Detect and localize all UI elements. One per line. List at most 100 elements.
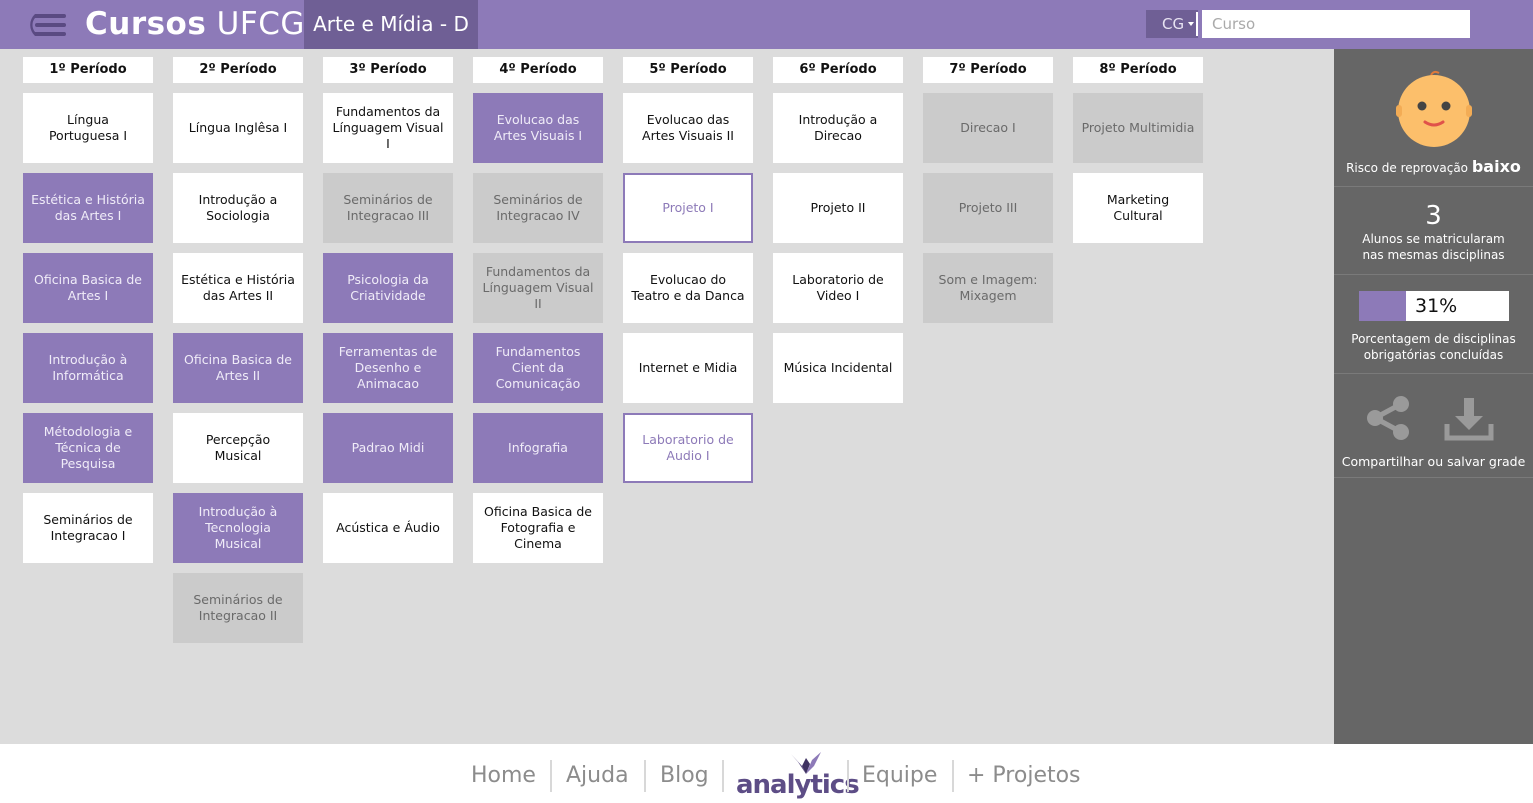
course-card[interactable]: Ferramentas de Desenho e Animacao bbox=[323, 333, 453, 403]
course-search-input[interactable] bbox=[1202, 10, 1470, 38]
course-name: Projeto III bbox=[958, 200, 1018, 215]
course-card[interactable]: Projeto Multimidia bbox=[1073, 93, 1203, 163]
course-card[interactable]: Seminários de Integracao IV bbox=[473, 173, 603, 243]
brand-light: UFCG bbox=[216, 6, 305, 42]
course-name: Laboratorio de Video I bbox=[792, 272, 884, 303]
course-card[interactable]: Projeto I bbox=[623, 173, 753, 243]
course-name: Psicologia da Criatividade bbox=[347, 272, 429, 303]
course-name: Oficina Basica de Artes II bbox=[184, 352, 292, 383]
course-card[interactable]: Música Incidental bbox=[773, 333, 903, 403]
share-section: Compartilhar ou salvar grade bbox=[1334, 374, 1533, 478]
course-name: Língua Inglêsa I bbox=[188, 120, 288, 135]
course-card[interactable]: Oficina Basica de Fotografia e Cinema bbox=[473, 493, 603, 563]
period-column-6: 6º Período Introdução a Direcao Projeto … bbox=[773, 57, 903, 403]
course-card[interactable]: Introdução à Tecnologia Musical bbox=[173, 493, 303, 563]
course-name: Percepção Musical bbox=[205, 432, 271, 463]
course-card[interactable]: Laboratorio de Audio I bbox=[623, 413, 753, 483]
progress-section: 31% Porcentagem de disciplinas obrigatór… bbox=[1334, 275, 1533, 374]
course-name: Oficina Basica de Fotografia e Cinema bbox=[484, 504, 592, 551]
course-card[interactable]: Infografia bbox=[473, 413, 603, 483]
course-card[interactable]: Fundamentos da Línguagem Visual I bbox=[323, 93, 453, 163]
course-card[interactable]: Oficina Basica de Artes II bbox=[173, 333, 303, 403]
course-name: Introdução à Tecnologia Musical bbox=[198, 504, 278, 551]
students-label: Alunos se matricularam nas mesmas discip… bbox=[1362, 232, 1505, 262]
brand-bold: Cursos bbox=[85, 6, 207, 42]
course-card[interactable]: Introdução à Informática bbox=[23, 333, 153, 403]
footer-link-home[interactable]: Home bbox=[471, 762, 536, 790]
top-bar: Cursos UFCG Arte e Mídia - D CG bbox=[0, 0, 1533, 49]
period-column-2: 2º Período Língua Inglêsa I Introdução a… bbox=[173, 57, 303, 643]
footer-link-projects[interactable]: + Projetos bbox=[967, 762, 1081, 790]
select-divider bbox=[1196, 12, 1198, 36]
course-card[interactable]: Internet e Midia bbox=[623, 333, 753, 403]
course-name: Seminários de Integracao I bbox=[43, 512, 133, 543]
course-card[interactable]: Marketing Cultural bbox=[1073, 173, 1203, 243]
course-card[interactable]: Língua Inglêsa I bbox=[173, 93, 303, 163]
course-card[interactable]: Seminários de Integracao II bbox=[173, 573, 303, 643]
footer-link-blog[interactable]: Blog bbox=[660, 762, 709, 790]
curriculum-grid: 1º Período Língua Portuguesa I Estética … bbox=[0, 49, 1334, 744]
course-card[interactable]: Evolucao das Artes Visuais II bbox=[623, 93, 753, 163]
course-name: Direcao I bbox=[960, 120, 1016, 135]
course-card[interactable]: Oficina Basica de Artes I bbox=[23, 253, 153, 323]
course-card[interactable]: Estética e História das Artes II bbox=[173, 253, 303, 323]
course-card[interactable]: Introdução a Direcao bbox=[773, 93, 903, 163]
course-card[interactable]: Introdução a Sociologia bbox=[173, 173, 303, 243]
course-card[interactable]: Métodologia e Técnica de Pesquisa bbox=[23, 413, 153, 483]
course-card[interactable]: Projeto III bbox=[923, 173, 1053, 243]
period-column-1: 1º Período Língua Portuguesa I Estética … bbox=[23, 57, 153, 563]
share-label: Compartilhar ou salvar grade bbox=[1341, 454, 1526, 469]
period-header: 5º Período bbox=[623, 57, 753, 83]
footer-divider bbox=[722, 760, 724, 792]
period-header: 2º Período bbox=[173, 57, 303, 83]
brand-title[interactable]: Cursos UFCG bbox=[85, 4, 305, 44]
course-card[interactable]: Língua Portuguesa I bbox=[23, 93, 153, 163]
course-card[interactable]: Evolucao das Artes Visuais I bbox=[473, 93, 603, 163]
progress-bar: 31% bbox=[1359, 291, 1509, 321]
course-name: Estética e História das Artes I bbox=[31, 192, 145, 223]
course-card[interactable]: Seminários de Integracao I bbox=[23, 493, 153, 563]
period-header: 6º Período bbox=[773, 57, 903, 83]
course-card[interactable]: Evolucao do Teatro e da Danca bbox=[623, 253, 753, 323]
course-card[interactable]: Acústica e Áudio bbox=[323, 493, 453, 563]
course-name: Fundamentos da Línguagem Visual I bbox=[332, 104, 444, 151]
course-card[interactable]: Fundamentos Cient da Comunicação bbox=[473, 333, 603, 403]
course-name: Internet e Midia bbox=[638, 360, 738, 375]
footer-link-team[interactable]: Equipe bbox=[862, 762, 937, 790]
campus-select[interactable]: CG bbox=[1146, 10, 1198, 38]
download-icon[interactable] bbox=[1444, 396, 1494, 442]
course-name: Introdução a Direcao bbox=[798, 112, 878, 143]
course-card[interactable]: Estética e História das Artes I bbox=[23, 173, 153, 243]
students-section: 3 Alunos se matricularam nas mesmas disc… bbox=[1334, 187, 1533, 275]
course-card[interactable]: Percepção Musical bbox=[173, 413, 303, 483]
course-name: Estética e História das Artes II bbox=[181, 272, 295, 303]
analytics-wordmark: analytics bbox=[736, 770, 860, 800]
course-name: Música Incidental bbox=[783, 360, 893, 375]
share-icon[interactable] bbox=[1364, 394, 1412, 442]
period-header: 4º Período bbox=[473, 57, 603, 83]
course-name: Oficina Basica de Artes I bbox=[34, 272, 142, 303]
course-card[interactable]: Psicologia da Criatividade bbox=[323, 253, 453, 323]
analytics-logo[interactable]: analytics bbox=[736, 750, 860, 802]
footer-divider bbox=[952, 760, 954, 792]
course-card[interactable]: Padrao Midi bbox=[323, 413, 453, 483]
footer-link-help[interactable]: Ajuda bbox=[566, 762, 629, 790]
course-name: Seminários de Integracao III bbox=[343, 192, 433, 223]
hamburger-menu-icon[interactable] bbox=[22, 12, 68, 38]
course-card[interactable]: Laboratorio de Video I bbox=[773, 253, 903, 323]
period-column-7: 7º Período Direcao I Projeto III Som e I… bbox=[923, 57, 1053, 323]
campus-value: CG bbox=[1162, 15, 1185, 33]
students-count: 3 bbox=[1425, 201, 1442, 231]
course-card[interactable]: Projeto II bbox=[773, 173, 903, 243]
course-card[interactable]: Fundamentos da Línguagem Visual II bbox=[473, 253, 603, 323]
course-name: Introdução à Informática bbox=[48, 352, 128, 383]
course-card[interactable]: Som e Imagem: Mixagem bbox=[923, 253, 1053, 323]
course-card[interactable]: Seminários de Integracao III bbox=[323, 173, 453, 243]
risk-section: Risco de reprovação baixo bbox=[1334, 49, 1533, 187]
course-name: Métodologia e Técnica de Pesquisa bbox=[43, 424, 133, 471]
risk-indicator: Risco de reprovação baixo bbox=[1334, 157, 1533, 176]
course-card[interactable]: Direcao I bbox=[923, 93, 1053, 163]
course-name: Evolucao do Teatro e da Danca bbox=[631, 272, 745, 303]
course-name: Seminários de Integracao II bbox=[193, 592, 283, 623]
period-header: 8º Período bbox=[1073, 57, 1203, 83]
